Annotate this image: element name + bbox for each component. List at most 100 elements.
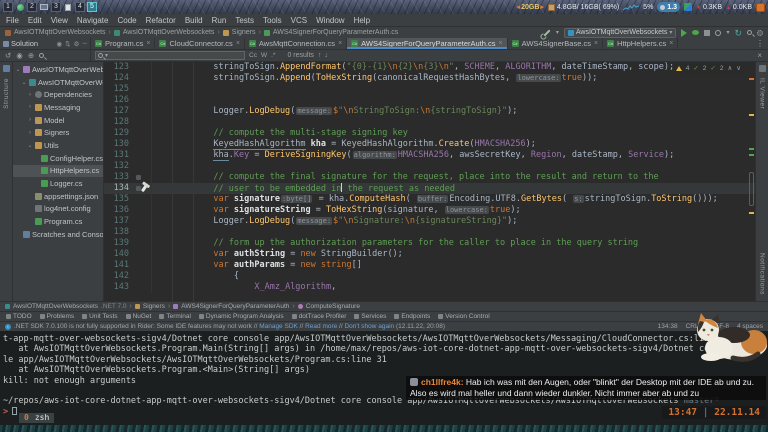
- find-input[interactable]: ▾: [95, 51, 245, 60]
- menu-item-help[interactable]: Help: [354, 16, 370, 25]
- breadcrumb-item[interactable]: AwsIOTMqttOverWebsockets: [123, 29, 215, 36]
- code-line-139[interactable]: 139 // form up the authorization paramet…: [104, 238, 755, 249]
- toolwindow-unit-tests[interactable]: Unit Tests: [82, 313, 118, 320]
- structure-tool-button[interactable]: Structure: [3, 78, 10, 109]
- toolwindow-services[interactable]: Services: [354, 313, 386, 320]
- load-widget[interactable]: 1.3: [657, 2, 681, 12]
- workspace-3[interactable]: 3: [51, 2, 61, 12]
- breadcrumb-item[interactable]: Signers: [143, 303, 165, 310]
- breadcrumb-item[interactable]: AWS4SignerForQueryParameterAuth.cs: [273, 29, 398, 36]
- find-option-W[interactable]: W: [261, 52, 267, 59]
- tab-overflow-icon[interactable]: ⋮: [752, 38, 768, 49]
- locate-icon[interactable]: ◉: [56, 40, 62, 48]
- breadcrumb-item[interactable]: ComputeSignature: [306, 303, 360, 310]
- hide-icon[interactable]: ─: [82, 40, 87, 48]
- tab-Program.cs[interactable]: C# Program.cs ×: [91, 38, 156, 49]
- tree-item-Signers[interactable]: › Signers: [13, 126, 103, 139]
- menu-item-navigate[interactable]: Navigate: [77, 16, 109, 25]
- inspection-widget[interactable]: 4 ✓ 2 ✓ 2 ∧ ∨: [673, 63, 743, 74]
- search-icon[interactable]: [747, 30, 752, 35]
- chevron-down-icon[interactable]: ▾: [726, 29, 729, 36]
- tab-AWS4SignerForQueryParameterAuth.cs[interactable]: C# AWS4SignerForQueryParameterAuth.cs ×: [347, 38, 508, 49]
- workspace-1[interactable]: 1: [3, 2, 13, 12]
- code-line-135[interactable]: 135 var signature:byte[] = kha.ComputeHa…: [104, 194, 755, 205]
- search-icon[interactable]: [39, 53, 45, 58]
- previous-match-icon[interactable]: ↑: [318, 52, 322, 59]
- menu-item-run[interactable]: Run: [212, 16, 227, 25]
- close-tab-icon[interactable]: ×: [236, 40, 240, 47]
- toolwindow-dynamic-program-analysis[interactable]: Dynamic Program Analysis: [198, 313, 284, 320]
- tab-CloudConnector.cs[interactable]: C# CloudConnector.cs ×: [155, 38, 245, 49]
- code-line-143[interactable]: 143 X_Amz_Algorithm,: [104, 282, 755, 293]
- menu-item-window[interactable]: Window: [316, 16, 344, 25]
- workspace-5[interactable]: 5: [87, 2, 97, 12]
- close-tab-icon[interactable]: ×: [669, 40, 673, 47]
- code-editor[interactable]: 123 stringToSign.AppendFormat("{0}-{1}\n…: [104, 62, 755, 301]
- code-line-123[interactable]: 123 stringToSign.AppendFormat("{0}-{1}\n…: [104, 62, 755, 73]
- code-line-142[interactable]: 142 {: [104, 271, 755, 282]
- menu-item-view[interactable]: View: [51, 16, 68, 25]
- menu-item-edit[interactable]: Edit: [28, 16, 42, 25]
- status-link[interactable]: Manage SDK: [259, 323, 298, 330]
- code-line-138[interactable]: 138: [104, 227, 755, 238]
- code-line-134[interactable]: 134 // user to be embedded in the reques…: [104, 183, 755, 194]
- code-line-131[interactable]: 131 kha.Key = DeriveSigningKey(algorithm…: [104, 150, 755, 161]
- toolwindow-endpoints[interactable]: Endpoints: [394, 313, 430, 320]
- notifications-tool-button[interactable]: Notifications: [759, 253, 766, 295]
- breadcrumb-item[interactable]: AWS4SignerForQueryParameterAuth: [181, 303, 289, 310]
- toolwindow-nuget[interactable]: NuGet: [125, 313, 151, 320]
- tree-item-Dependencies[interactable]: › Dependencies: [13, 88, 103, 101]
- status-link[interactable]: Don't show again: [344, 323, 394, 330]
- code-line-132[interactable]: 132: [104, 161, 755, 172]
- expand-icon[interactable]: ⊕: [28, 51, 34, 60]
- tab-HttpHelpers.cs[interactable]: C# HttpHelpers.cs ×: [603, 38, 679, 49]
- code-line-125[interactable]: 125: [104, 84, 755, 95]
- code-line-141[interactable]: 141 var authParams = new string[]: [104, 260, 755, 271]
- tree-item-log4net.config[interactable]: log4net.config: [13, 203, 103, 216]
- next-match-icon[interactable]: ↓: [324, 52, 328, 59]
- toolwindow-version-control[interactable]: Version Control: [438, 313, 490, 320]
- il-viewer-tool-button[interactable]: IL Viewer: [759, 78, 766, 109]
- code-line-130[interactable]: 130 KeyedHashAlgorithm kha = KeyedHashAl…: [104, 139, 755, 150]
- breadcrumb-item[interactable]: AwsIOTMqttOverWebsockets: [14, 29, 106, 36]
- tree-item-appsettings.json[interactable]: appsettings.json: [13, 190, 103, 203]
- code-line-124[interactable]: 124 stringToSign.Append(ToHexString(cano…: [104, 73, 755, 84]
- editor-scrollbar[interactable]: [748, 62, 754, 301]
- toolwindow-dottrace-profiler[interactable]: dotTrace Profiler: [291, 313, 346, 320]
- profiler-button[interactable]: [715, 29, 722, 36]
- tree-item-Messaging[interactable]: › Messaging: [13, 101, 103, 114]
- network-icon[interactable]: [684, 3, 693, 11]
- code-line-129[interactable]: 129 // compute the multi-stage signing k…: [104, 128, 755, 139]
- prev-problem-icon[interactable]: ∧: [727, 63, 732, 74]
- toolwindow-todo[interactable]: TODO: [6, 313, 32, 320]
- sort-icon[interactable]: ⇅: [65, 40, 70, 48]
- breadcrumb-item[interactable]: Signers: [232, 29, 256, 36]
- chevron-down-icon[interactable]: ▾: [556, 29, 559, 36]
- tree-item-AwsIOTMqttOverWebsockets[interactable]: ⌄ AwsIOTMqttOverWebsockets: [13, 63, 103, 76]
- debug-button[interactable]: [692, 30, 700, 35]
- menu-item-code[interactable]: Code: [117, 16, 136, 25]
- code-line-127[interactable]: 127 Logger.LogDebug(message: $"\nStringTo…: [104, 106, 755, 117]
- menu-item-vcs[interactable]: VCS: [291, 16, 307, 25]
- close-tab-icon[interactable]: ×: [338, 40, 342, 47]
- tree-item-Scratches and Consoles[interactable]: Scratches and Consoles: [13, 228, 103, 241]
- stop-button[interactable]: [704, 29, 711, 36]
- menu-item-tools[interactable]: Tools: [263, 16, 282, 25]
- wrench-icon[interactable]: [543, 28, 551, 37]
- breadcrumb-item[interactable]: AwsIOTMqttOverWebsockets: [13, 303, 98, 310]
- close-tab-icon[interactable]: ×: [594, 40, 598, 47]
- code-line-140[interactable]: 140 var authString = new StringBuilder()…: [104, 249, 755, 260]
- code-line-136[interactable]: 136 var signatureString = ToHexString(si…: [104, 205, 755, 216]
- tree-item-ConfigHelper.cs[interactable]: ConfigHelper.cs: [13, 152, 103, 165]
- scrollbar-thumb[interactable]: [749, 172, 754, 206]
- menu-item-file[interactable]: File: [6, 16, 19, 25]
- caret-position[interactable]: 134:38: [658, 323, 678, 330]
- tree-item-Program.cs[interactable]: Program.cs: [13, 215, 103, 228]
- disk-widget[interactable]: ◂ 20GB ▸: [517, 3, 544, 12]
- menu-item-build[interactable]: Build: [185, 16, 203, 25]
- workspace-4[interactable]: 4: [75, 2, 85, 12]
- run-button[interactable]: [681, 28, 688, 37]
- tmux-window-tab[interactable]: 0 zsh: [19, 413, 55, 423]
- close-tab-icon[interactable]: ×: [499, 40, 503, 47]
- code-line-133[interactable]: 133 // compute the final signature for t…: [104, 172, 755, 183]
